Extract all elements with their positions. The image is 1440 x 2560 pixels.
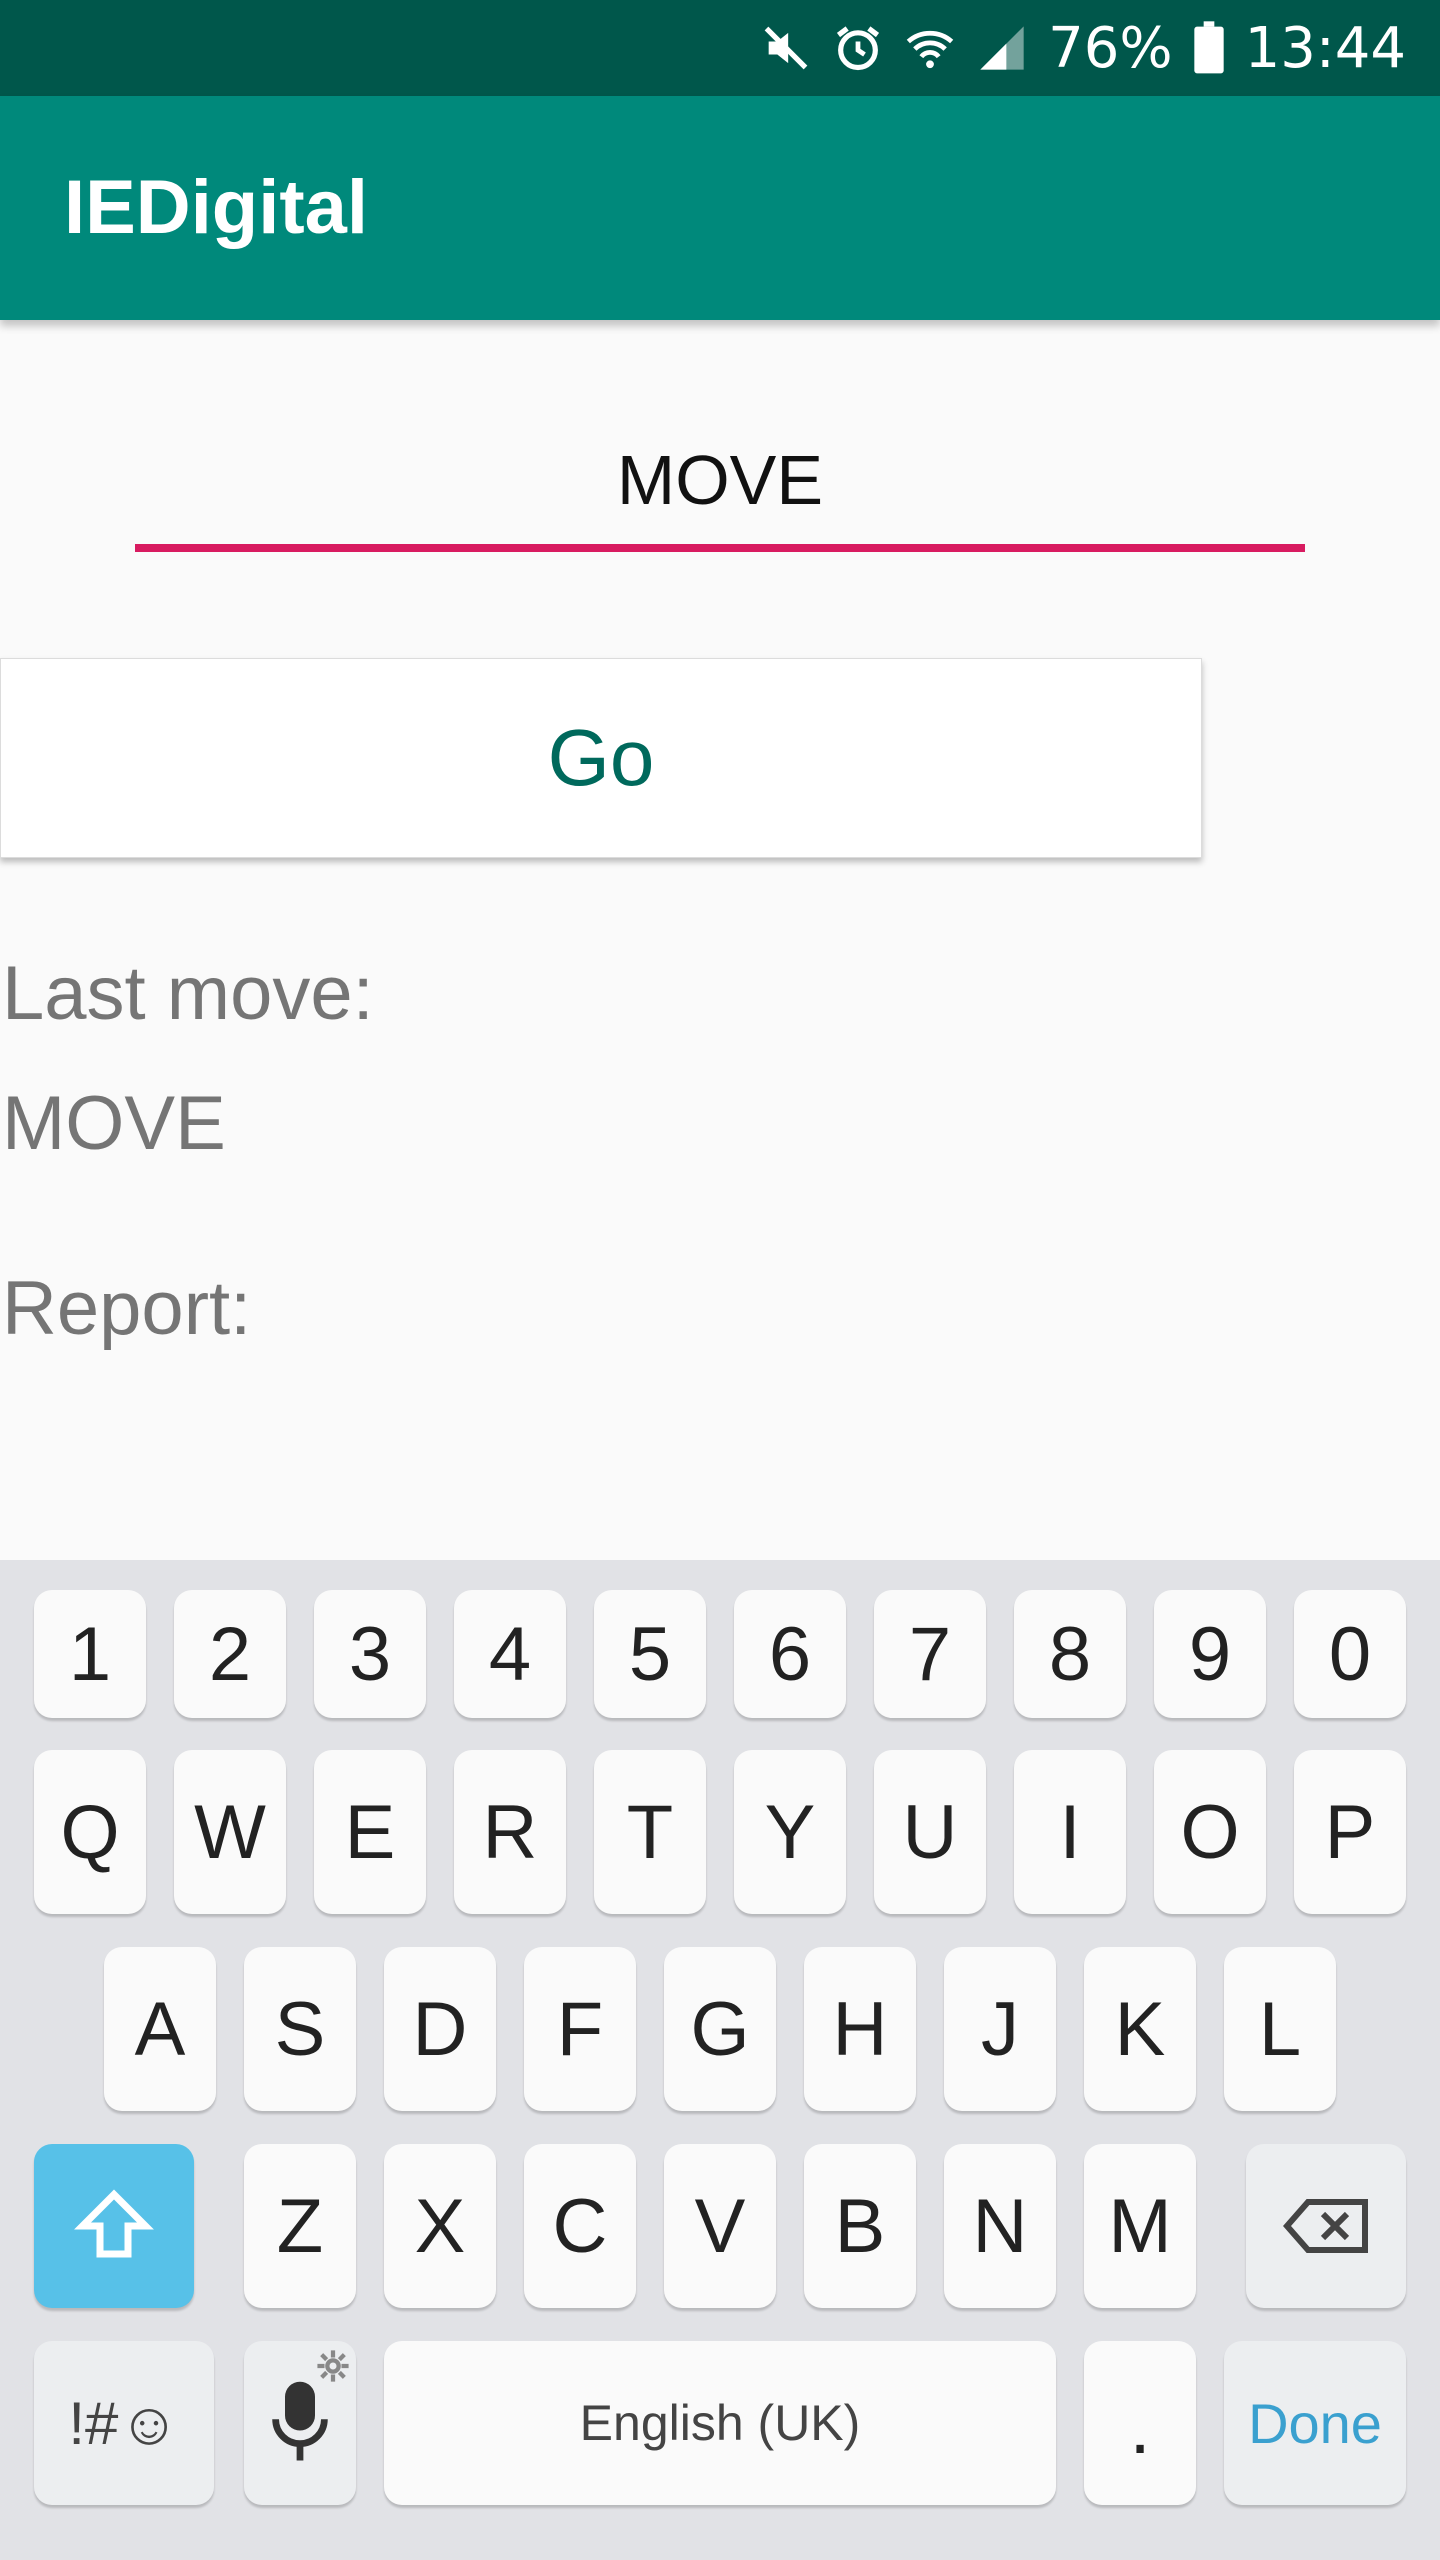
key-t[interactable]: T (594, 1750, 706, 1914)
symbols-key[interactable]: !#☺ (34, 2341, 214, 2505)
key-f[interactable]: F (524, 1947, 636, 2111)
key-p[interactable]: P (1294, 1750, 1406, 1914)
key-4[interactable]: 4 (454, 1590, 566, 1718)
key-c[interactable]: C (524, 2144, 636, 2308)
battery-percent: 76% (1048, 15, 1173, 81)
app-title: IEDigital (64, 165, 369, 250)
backspace-key[interactable] (1246, 2144, 1406, 2308)
key-r[interactable]: R (454, 1750, 566, 1914)
key-d[interactable]: D (384, 1947, 496, 2111)
report-label: Report: (2, 1266, 252, 1351)
signal-icon (976, 22, 1028, 74)
key-y[interactable]: Y (734, 1750, 846, 1914)
battery-icon (1193, 21, 1225, 75)
go-button[interactable]: Go (0, 658, 1202, 858)
key-a[interactable]: A (104, 1947, 216, 2111)
settings-gear-icon (317, 2350, 349, 2382)
last-move-label: Last move: (2, 951, 374, 1036)
shift-arrow-icon (74, 2189, 154, 2258)
key-q[interactable]: Q (34, 1750, 146, 1914)
microphone-icon (272, 2381, 328, 2461)
key-x[interactable]: X (384, 2144, 496, 2308)
mute-icon (760, 22, 812, 74)
input-underline (135, 544, 1305, 552)
soft-keyboard: 1234567890 QWERTYUIOP ASDFGHJKL ZXCVBNM … (0, 1560, 1440, 2560)
key-m[interactable]: M (1084, 2144, 1196, 2308)
voice-input-key[interactable] (244, 2341, 356, 2505)
status-icons: 76% 13:44 (740, 0, 1406, 96)
move-input-container (135, 420, 1305, 552)
key-8[interactable]: 8 (1014, 1590, 1126, 1718)
spacebar-key[interactable]: English (UK) (384, 2341, 1056, 2505)
done-key[interactable]: Done (1224, 2341, 1406, 2505)
move-input[interactable] (135, 420, 1305, 540)
period-key[interactable]: . (1084, 2341, 1196, 2505)
shift-key[interactable] (34, 2144, 194, 2308)
key-l[interactable]: L (1224, 1947, 1336, 2111)
backspace-icon (1283, 2199, 1368, 2253)
key-u[interactable]: U (874, 1750, 986, 1914)
alarm-icon (832, 22, 884, 74)
key-9[interactable]: 9 (1154, 1590, 1266, 1718)
key-i[interactable]: I (1014, 1750, 1126, 1914)
key-2[interactable]: 2 (174, 1590, 286, 1718)
key-b[interactable]: B (804, 2144, 916, 2308)
key-3[interactable]: 3 (314, 1590, 426, 1718)
key-j[interactable]: J (944, 1947, 1056, 2111)
key-e[interactable]: E (314, 1750, 426, 1914)
app-bar: IEDigital (0, 96, 1440, 320)
key-w[interactable]: W (174, 1750, 286, 1914)
key-6[interactable]: 6 (734, 1590, 846, 1718)
key-7[interactable]: 7 (874, 1590, 986, 1718)
wifi-icon (904, 22, 956, 74)
key-1[interactable]: 1 (34, 1590, 146, 1718)
key-0[interactable]: 0 (1294, 1590, 1406, 1718)
key-z[interactable]: Z (244, 2144, 356, 2308)
key-o[interactable]: O (1154, 1750, 1266, 1914)
last-move-value: MOVE (2, 1081, 226, 1166)
clock: 13:44 (1244, 15, 1406, 81)
key-s[interactable]: S (244, 1947, 356, 2111)
key-k[interactable]: K (1084, 1947, 1196, 2111)
key-v[interactable]: V (664, 2144, 776, 2308)
key-n[interactable]: N (944, 2144, 1056, 2308)
key-5[interactable]: 5 (594, 1590, 706, 1718)
key-h[interactable]: H (804, 1947, 916, 2111)
key-g[interactable]: G (664, 1947, 776, 2111)
status-bar: 76% 13:44 (0, 0, 1440, 96)
